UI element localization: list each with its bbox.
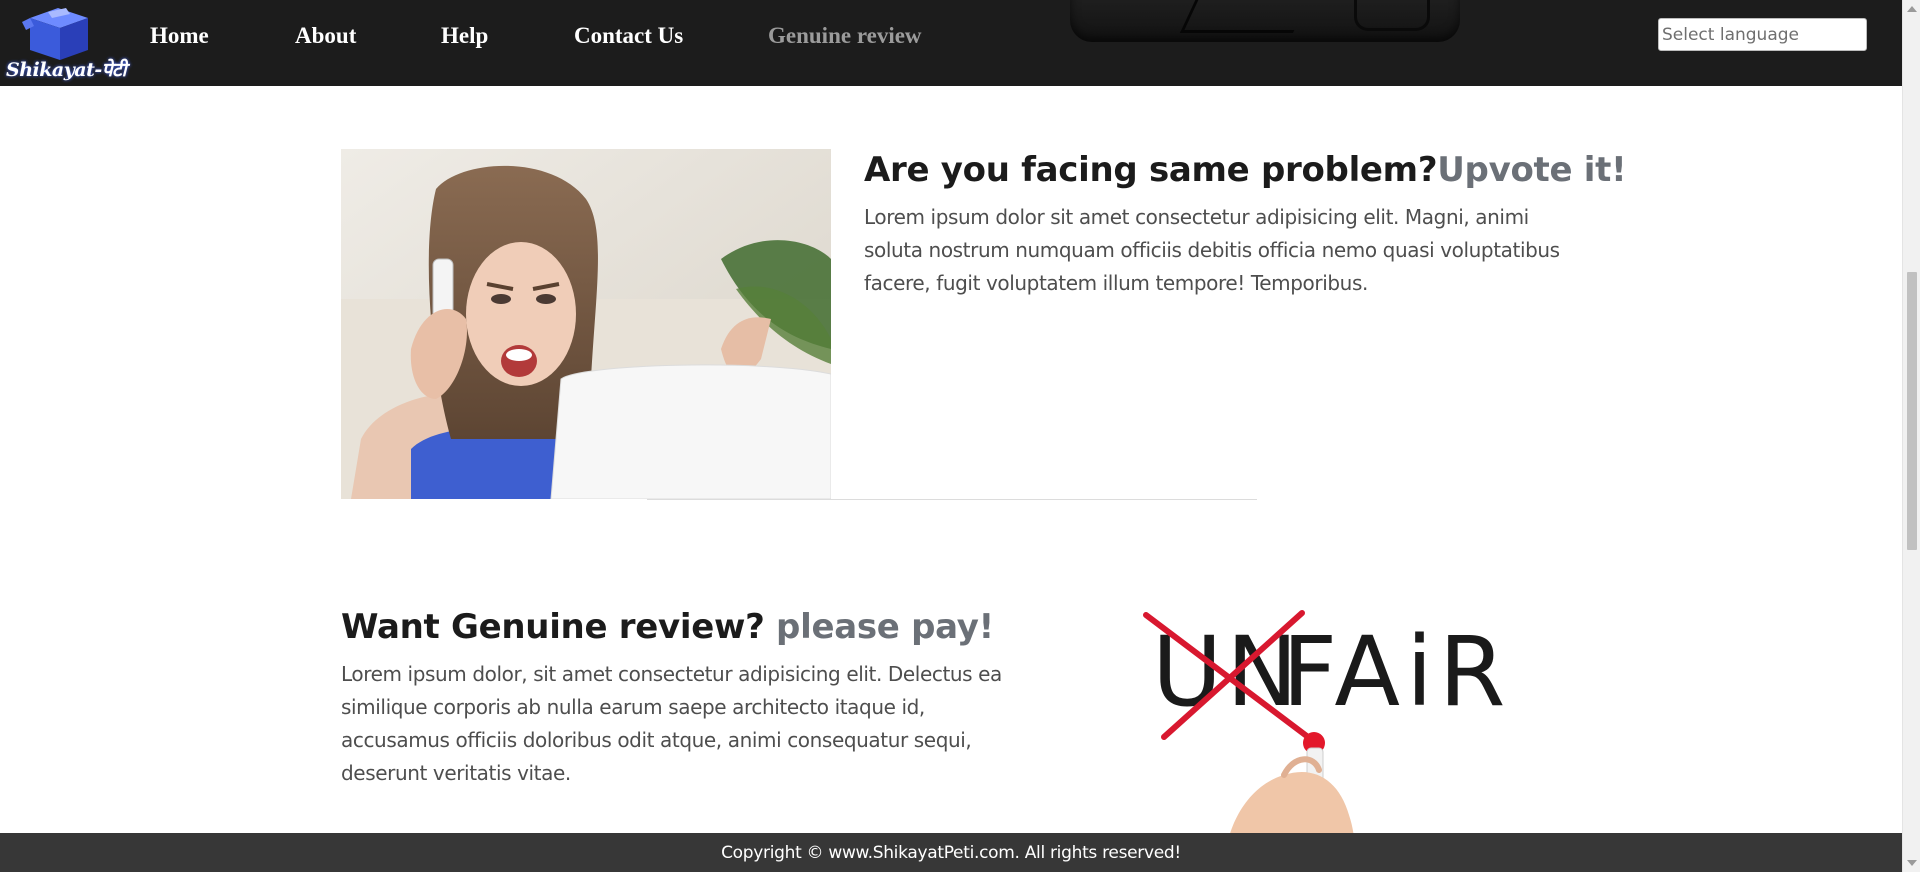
section2-title: Want Genuine review? please pay! [341,607,994,647]
footer: Copyright © www.ShikayatPeti.com. All ri… [0,833,1902,872]
scroll-up-icon[interactable] [1907,6,1917,12]
nav-about-link[interactable]: About [295,23,356,49]
logo-text: Shikayat-पेटी [6,59,127,81]
section1-title: Are you facing same problem?Upvote it! [864,150,1627,190]
footer-copyright: Copyright © www.ShikayatPeti.com. All ri… [721,842,1181,863]
navbar-background-graphic [1070,0,1460,42]
unfair-fair-letters: FAiR [1282,616,1511,728]
section1-text: Lorem ipsum dolor sit amet consectetur a… [864,205,1560,295]
scrollbar-thumb[interactable] [1907,272,1917,550]
nav-help-link[interactable]: Help [441,23,488,49]
section2-title-accent: please pay! [776,607,994,647]
brand-logo[interactable]: Shikayat-पेटी [4,2,127,82]
section2-text: Lorem ipsum dolor, sit amet consectetur … [341,662,1002,785]
section1-title-accent: Upvote it! [1437,150,1627,190]
section-divider [647,499,1257,500]
unfair-photo: UN FAiR [1074,605,1564,872]
nav-contact-link[interactable]: Contact Us [574,23,683,49]
frustrated-woman-photo [341,149,831,499]
nav-genuine-review-link[interactable]: Genuine review [768,23,922,49]
section2-title-text: Want Genuine review? [341,607,765,647]
section1-title-text: Are you facing same problem? [864,150,1438,190]
language-select-input[interactable] [1658,18,1867,51]
page: Shikayat-पेटी Home About Help Contact Us… [0,0,1902,872]
nav-home-link[interactable]: Home [150,23,209,49]
navbar: Shikayat-पेटी Home About Help Contact Us… [0,0,1902,86]
scroll-down-icon[interactable] [1907,860,1917,866]
logo-box-icon [22,8,88,60]
page-scrollbar[interactable] [1902,0,1920,872]
